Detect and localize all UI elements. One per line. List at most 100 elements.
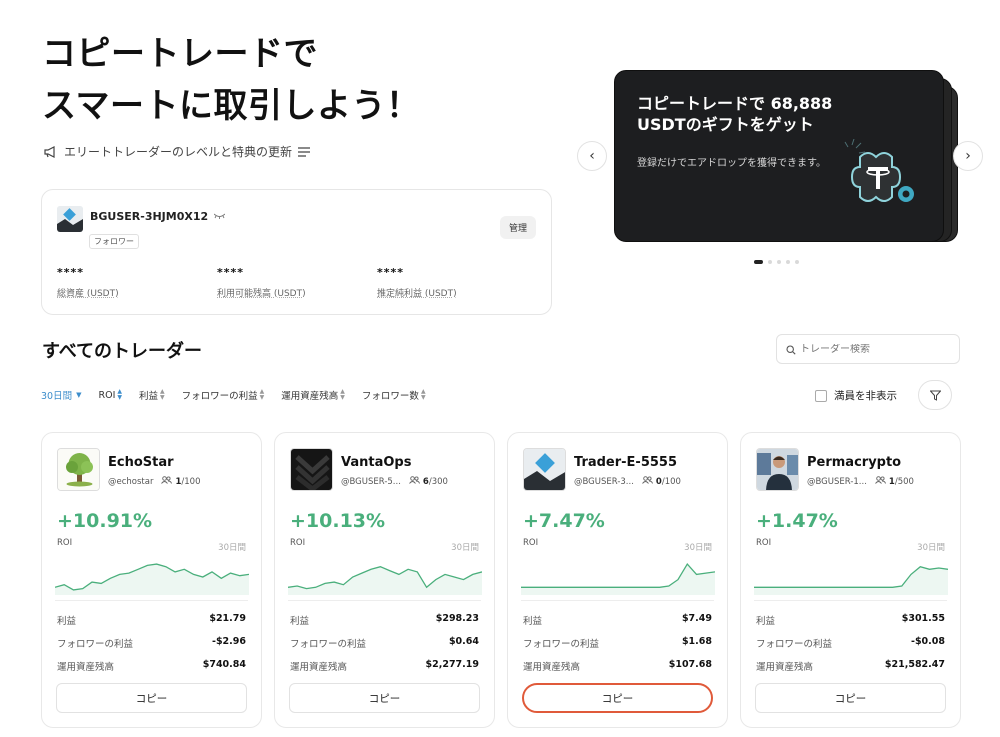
trader-card[interactable]: VantaOps @BGUSER-5... 6 /300 +10.13% ROI… (274, 432, 495, 728)
trader-card[interactable]: Trader-E-5555 @BGUSER-3... 0 /100 +7.47%… (507, 432, 728, 728)
sort-label: フォロワー数 (361, 391, 419, 402)
stat-value: **** (377, 266, 405, 279)
hide-full-toggle[interactable]: 満員を非表示 (815, 388, 897, 403)
hide-full-label: 満員を非表示 (834, 390, 897, 402)
users-icon (875, 476, 886, 487)
row-label: フォロワーの利益 (756, 639, 833, 650)
follower-count: 1 /100 (161, 476, 200, 487)
carousel-dots (754, 260, 799, 264)
sort-roi[interactable]: ROI ▲ ▼ (98, 389, 122, 401)
account-card: BGUSER-3HJM0X12 フォロワー 管理 **** 総資産 (USDT)… (41, 189, 552, 315)
row-label: フォロワーの利益 (523, 639, 600, 650)
stat-available-balance: **** 利用可能残高 (USDT) (217, 266, 306, 299)
row-value: $298.23 (435, 613, 479, 624)
trader-card[interactable]: EchoStar @echostar 1 /100 +10.91% ROI 30… (41, 432, 262, 728)
carousel-next-button[interactable]: › (953, 141, 983, 171)
stat-label: 総資産 (USDT) (57, 289, 119, 299)
trader-avatar[interactable] (290, 448, 333, 491)
sparkline-area (521, 564, 715, 595)
hide-eye-icon[interactable] (213, 212, 226, 222)
sort-label: ROI (98, 389, 116, 401)
update-notice[interactable]: エリートトレーダーのレベルと特典の更新 (42, 143, 311, 160)
search-icon (786, 340, 796, 359)
sparkline-area (55, 564, 249, 595)
trader-name[interactable]: Permacrypto (807, 455, 901, 470)
period-filter[interactable]: 30日間 ▼ (41, 388, 81, 402)
trader-name[interactable]: EchoStar (108, 455, 174, 470)
users-icon (642, 476, 653, 487)
row-value: $0.64 (448, 636, 479, 647)
profit-row: 利益 $301.55 (756, 613, 945, 627)
trader-avatar[interactable] (523, 448, 566, 491)
stat-label: 推定純利益 (USDT) (377, 289, 457, 299)
copy-button[interactable]: コピー (755, 683, 946, 713)
advanced-filter-button[interactable] (918, 380, 952, 410)
update-text: エリートトレーダーのレベルと特典の更新 (64, 145, 293, 159)
users-icon (409, 476, 420, 487)
aum-row: 運用資産残高 $21,582.47 (756, 659, 945, 673)
sort-label: フォロワーの利益 (181, 391, 258, 402)
chevron-right-icon: › (965, 148, 971, 164)
sort-icon: ▲ ▼ (160, 388, 165, 401)
period-filter-label: 30日間 (41, 391, 73, 402)
row-label: 利益 (290, 616, 310, 627)
sort-follower-profit[interactable]: フォロワーの利益 ▲ ▼ (181, 388, 265, 403)
hide-full-checkbox[interactable] (815, 389, 827, 402)
row-label: 運用資産残高 (523, 662, 581, 673)
carousel-dot[interactable] (777, 260, 781, 264)
funnel-icon (928, 386, 942, 405)
copy-button[interactable]: コピー (522, 683, 713, 713)
follower-capacity: /100 (181, 476, 201, 487)
trader-search[interactable] (776, 334, 960, 364)
roi-value: +10.91% (57, 510, 153, 532)
roi-label: ROI (290, 538, 306, 548)
row-label: フォロワーの利益 (290, 639, 367, 650)
row-value: $21.79 (209, 613, 246, 624)
trader-handle-row: @echostar 1 /100 (108, 476, 200, 487)
trader-handle: @BGUSER-3... (574, 476, 634, 487)
trader-avatar[interactable] (756, 448, 799, 491)
trader-name[interactable]: VantaOps (341, 455, 411, 470)
roi-sparkline (55, 563, 249, 595)
chevron-left-icon: ‹ (589, 148, 595, 164)
megaphone-icon (42, 144, 58, 160)
roi-value: +1.47% (756, 510, 838, 532)
row-label: 利益 (523, 616, 543, 627)
sort-followers[interactable]: フォロワー数 ▲ ▼ (361, 388, 426, 403)
row-value: $7.49 (681, 613, 712, 624)
stat-value: **** (217, 266, 245, 279)
roi-label: ROI (523, 538, 539, 548)
trader-card[interactable]: Permacrypto @BGUSER-1... 1 /500 +1.47% R… (740, 432, 961, 728)
period-label: 30日間 (451, 543, 479, 553)
manage-button[interactable]: 管理 (499, 216, 536, 239)
sort-profit[interactable]: 利益 ▲ ▼ (139, 388, 165, 403)
row-label: 利益 (756, 616, 776, 627)
sort-label: 利益 (139, 391, 159, 402)
carousel-dot[interactable] (754, 260, 763, 264)
trader-avatar[interactable] (57, 448, 100, 491)
copy-button[interactable]: コピー (56, 683, 247, 713)
trader-handle-row: @BGUSER-5... 6 /300 (341, 476, 448, 487)
sort-aum[interactable]: 運用資産残高 ▲ ▼ (281, 388, 345, 403)
divider (288, 600, 481, 601)
row-value: $107.68 (668, 659, 712, 670)
carousel-dot[interactable] (795, 260, 799, 264)
trader-name[interactable]: Trader-E-5555 (574, 455, 677, 470)
copy-button[interactable]: コピー (289, 683, 480, 713)
period-label: 30日間 (684, 543, 712, 553)
profit-row: 利益 $7.49 (523, 613, 712, 627)
row-value: $2,277.19 (425, 659, 480, 670)
carousel-prev-button[interactable]: ‹ (577, 141, 607, 171)
follower-capacity: /300 (428, 476, 448, 487)
sparkline-area (754, 566, 948, 595)
promo-banner[interactable]: コピートレードで 68,888 USDTのギフトをゲット 登録だけでエアドロップ… (614, 70, 944, 242)
list-icon (298, 146, 311, 157)
promo-carousel[interactable]: コピートレードで 68,888 USDTのギフトをゲット 登録だけでエアドロップ… (614, 70, 964, 245)
divider (521, 600, 714, 601)
search-input[interactable] (800, 343, 950, 355)
hero-title-line2: スマートに取引しよう！ (42, 86, 421, 126)
hero-title-line1: コピートレードで (42, 34, 318, 74)
carousel-dot[interactable] (768, 260, 772, 264)
profit-row: 利益 $298.23 (290, 613, 479, 627)
carousel-dot[interactable] (786, 260, 790, 264)
